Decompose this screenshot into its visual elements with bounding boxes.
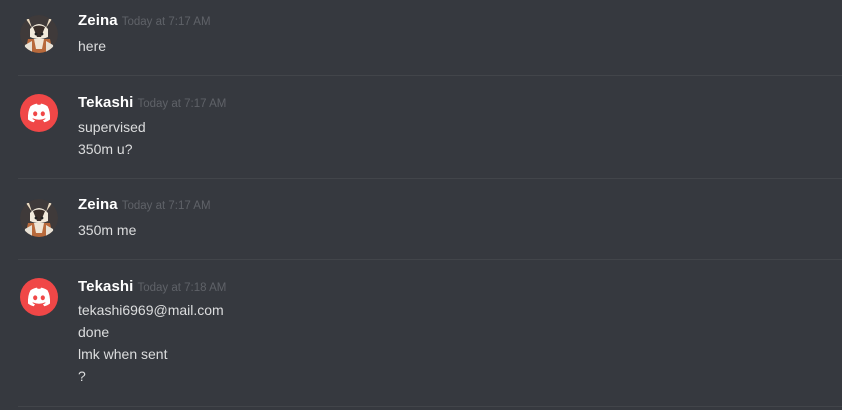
message-divider (18, 406, 842, 407)
message-header: Zeina Today at 7:17 AM (78, 12, 211, 30)
message-timestamp: Today at 7:18 AM (137, 282, 227, 294)
user-avatar-tekashi[interactable] (20, 278, 58, 316)
anime-character-avatar-icon (20, 15, 58, 53)
username[interactable]: Tekashi (78, 278, 133, 295)
username[interactable]: Tekashi (78, 94, 133, 111)
user-avatar-zeina[interactable] (20, 15, 58, 53)
message-line: 350m u? (78, 141, 133, 157)
user-avatar-zeina[interactable] (20, 199, 58, 237)
message-group: Tekashi Today at 7:17 AM supervised 350m … (0, 76, 842, 179)
message-content: here (78, 35, 106, 57)
message-group: Zeina Today at 7:17 AM here (0, 0, 842, 76)
message-content: supervised 350m u? (78, 116, 146, 160)
message-group: Zeina Today at 7:17 AM 350m me (0, 179, 842, 260)
message-timestamp: Today at 7:17 AM (121, 16, 211, 28)
message-timestamp: Today at 7:17 AM (121, 200, 211, 212)
message-timestamp: Today at 7:17 AM (137, 98, 227, 110)
message-line: lmk when sent (78, 346, 168, 362)
message-line[interactable]: tekashi6969@mail.com (78, 299, 224, 321)
message-header: Zeina Today at 7:17 AM (78, 196, 211, 214)
user-avatar-tekashi[interactable] (20, 94, 58, 132)
discord-logo-avatar-icon (27, 103, 51, 123)
message-group: Tekashi Today at 7:18 AM tekashi6969@mail… (0, 260, 842, 406)
message-line: 350m me (78, 222, 137, 238)
message-content: 350m me (78, 219, 136, 241)
username[interactable]: Zeina (78, 196, 118, 213)
anime-character-avatar-icon (20, 199, 58, 237)
message-content: tekashi6969@mail.com done lmk when sent … (78, 299, 224, 387)
message-header: Tekashi Today at 7:17 AM (78, 94, 226, 112)
discord-logo-avatar-icon (27, 287, 51, 307)
username[interactable]: Zeina (78, 12, 118, 29)
message-header: Tekashi Today at 7:18 AM (78, 278, 226, 296)
message-line: done (78, 324, 110, 340)
message-line: ? (78, 368, 86, 384)
message-line: supervised (78, 119, 146, 135)
chat-messages-pane[interactable]: Zeina Today at 7:17 AM here Tekashi Today … (0, 0, 842, 410)
message-line: here (78, 38, 107, 54)
